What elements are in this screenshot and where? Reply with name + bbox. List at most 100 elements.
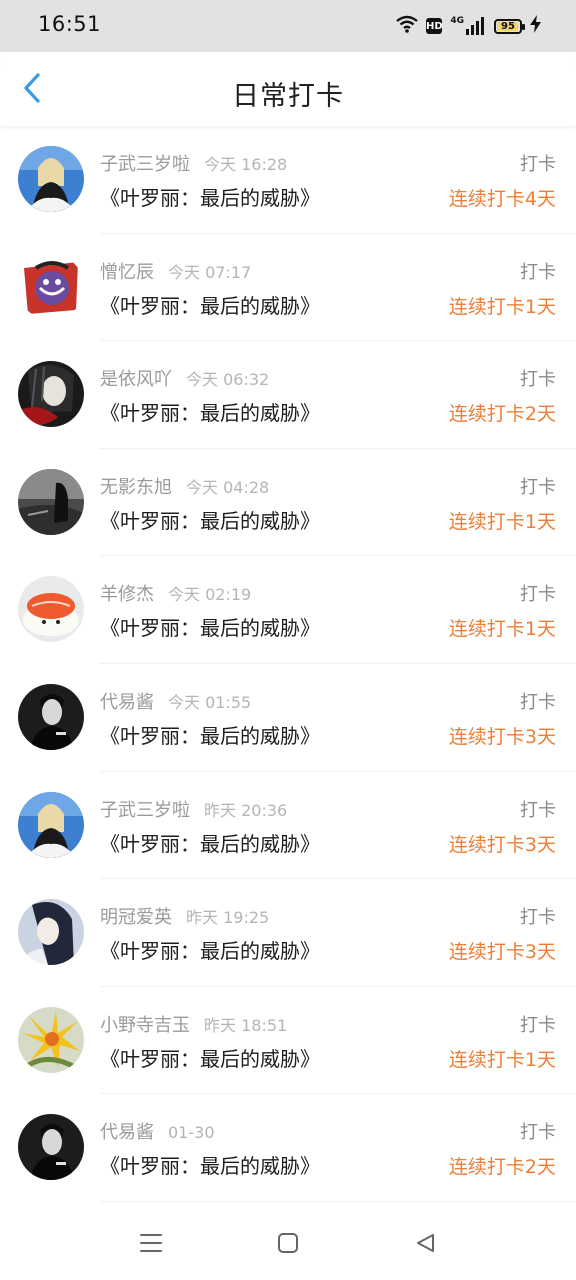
charging-icon [530,15,542,37]
checkin-time: 今天 06:32 [186,370,270,390]
book-title[interactable]: 《叶罗丽：最后的威胁》 [100,1043,320,1072]
wifi-icon [396,15,419,37]
user-name: 无影东旭 今天 04:28 [100,473,269,499]
avatar[interactable] [18,1006,84,1073]
book-title[interactable]: 《叶罗丽：最后的威胁》 [100,290,320,319]
checkin-time: 01-30 [168,1123,215,1143]
book-title[interactable]: 《叶罗丽：最后的威胁》 [100,720,320,749]
username-text[interactable]: 憎忆辰 [100,262,154,283]
checkin-action-label: 打卡 [520,476,556,498]
avatar[interactable] [18,253,84,320]
checkin-action-label: 打卡 [520,691,556,713]
checkin-action-label: 打卡 [520,584,556,606]
user-name: 羊修杰 今天 02:19 [100,580,251,606]
checkin-time: 今天 07:17 [168,262,252,282]
list-item[interactable]: 代易酱 01-30 《叶罗丽：最后的威胁》 打卡 连续打卡2天 [0,1094,576,1202]
username-text[interactable]: 代易酱 [100,1122,154,1143]
avatar[interactable] [18,361,84,428]
checkin-action-label: 打卡 [520,1014,556,1036]
list-item[interactable]: 羊修杰 今天 02:19 《叶罗丽：最后的威胁》 打卡 连续打卡1天 [0,556,576,664]
book-title[interactable]: 《叶罗丽：最后的威胁》 [100,1150,320,1179]
status-bar: 16:51 HD 4G 95 [0,0,576,52]
avatar[interactable] [18,576,84,643]
checkin-action-label: 打卡 [520,1122,556,1144]
book-title[interactable]: 《叶罗丽：最后的威胁》 [100,612,320,641]
user-name: 子武三岁啦 今天 16:28 [100,150,287,176]
checkin-time: 昨天 18:51 [204,1015,288,1035]
list-item[interactable]: 无影东旭 今天 04:28 《叶罗丽：最后的威胁》 打卡 连续打卡1天 [0,449,576,557]
checkin-action-label: 打卡 [520,154,556,175]
checkin-time: 昨天 19:25 [186,908,270,928]
username-text[interactable]: 明冠爱英 [100,907,172,928]
streak-label: 连续打卡4天 [448,188,556,210]
user-name: 明冠爱英 昨天 19:25 [100,903,269,929]
checkin-time: 今天 16:28 [204,155,288,174]
streak-label: 连续打卡2天 [448,1156,556,1179]
book-title[interactable]: 《叶罗丽：最后的威胁》 [100,935,320,964]
user-name: 憎忆辰 今天 07:17 [100,258,251,284]
checkin-time: 今天 02:19 [168,585,252,605]
checkin-action-label: 打卡 [520,369,556,391]
streak-label: 连续打卡1天 [448,510,556,533]
username-text[interactable]: 无影东旭 [100,477,172,498]
network-type-label: 4G [450,16,464,26]
checkin-time: 今天 04:28 [186,477,270,497]
username-text[interactable]: 子武三岁啦 [100,154,190,175]
list-item[interactable]: 子武三岁啦 昨天 20:36 《叶罗丽：最后的威胁》 打卡 连续打卡3天 [0,772,576,880]
list-item[interactable]: 憎忆辰 今天 07:17 《叶罗丽：最后的威胁》 打卡 连续打卡1天 [0,234,576,342]
page-title: 日常打卡 [232,81,344,112]
list-item[interactable]: 明冠爱英 昨天 19:25 《叶罗丽：最后的威胁》 打卡 连续打卡3天 [0,879,576,987]
user-name: 代易酱 01-30 [100,1118,215,1144]
checkin-list: 子武三岁啦 今天 16:28 《叶罗丽：最后的威胁》 打卡 连续打卡4天 憎忆辰今… [0,126,576,1202]
username-text[interactable]: 子武三岁啦 [100,800,190,821]
battery-level: 95 [501,20,515,32]
streak-label: 连续打卡1天 [448,1048,556,1071]
battery-icon: 95 [494,18,525,34]
streak-label: 连续打卡3天 [448,725,556,748]
user-name: 小野寺吉玉 昨天 18:51 [100,1011,287,1037]
list-item[interactable]: 小野寺吉玉 昨天 18:51 《叶罗丽：最后的威胁》 打卡 连续打卡1天 [0,987,576,1095]
username-text[interactable]: 小野寺吉玉 [100,1015,190,1036]
streak-label: 连续打卡1天 [448,295,556,318]
streak-label: 连续打卡1天 [448,618,556,641]
home-square-icon [277,1232,299,1258]
back-nav-button[interactable] [410,1230,440,1260]
streak-label: 连续打卡3天 [448,833,556,856]
avatar[interactable] [18,1114,84,1181]
checkin-action-label: 打卡 [520,799,556,821]
hd-icon: HD [426,18,443,34]
avatar[interactable] [18,683,84,750]
user-name: 是依风吖 今天 06:32 [100,365,269,391]
streak-label: 连续打卡2天 [448,403,556,426]
avatar[interactable] [18,899,84,966]
username-text[interactable]: 是依风吖 [100,369,172,390]
user-name: 子武三岁啦 昨天 20:36 [100,796,287,822]
menu-icon [140,1233,162,1257]
book-title[interactable]: 《叶罗丽：最后的威胁》 [100,828,320,857]
user-name: 代易酱 今天 01:55 [100,688,251,714]
username-text[interactable]: 羊修杰 [100,584,154,605]
streak-label: 连续打卡3天 [448,941,556,964]
avatar[interactable] [18,468,84,535]
status-icons: HD 4G 95 [396,14,542,38]
signal-icon: 4G [450,17,486,35]
avatar[interactable] [18,791,84,858]
username-text[interactable]: 代易酱 [100,692,154,713]
header: 日常打卡 [0,52,576,126]
home-button[interactable] [273,1230,303,1260]
status-time: 16:51 [38,12,102,36]
checkin-time: 昨天 20:36 [204,800,288,820]
checkin-action-label: 打卡 [520,261,556,283]
system-nav-bar [0,1208,576,1280]
menu-button[interactable] [136,1230,166,1260]
back-triangle-icon [414,1232,436,1258]
checkin-action-label: 打卡 [520,907,556,929]
book-title[interactable]: 《叶罗丽：最后的威胁》 [100,397,320,426]
list-item[interactable]: 代易酱 今天 01:55 《叶罗丽：最后的威胁》 打卡 连续打卡3天 [0,664,576,772]
avatar[interactable] [18,146,84,212]
checkin-time: 今天 01:55 [168,692,252,712]
list-item[interactable]: 是依风吖 今天 06:32 《叶罗丽：最后的威胁》 打卡 连续打卡2天 [0,341,576,449]
book-title[interactable]: 《叶罗丽：最后的威胁》 [100,182,320,211]
list-item[interactable]: 子武三岁啦 今天 16:28 《叶罗丽：最后的威胁》 打卡 连续打卡4天 [0,126,576,234]
book-title[interactable]: 《叶罗丽：最后的威胁》 [100,505,320,534]
